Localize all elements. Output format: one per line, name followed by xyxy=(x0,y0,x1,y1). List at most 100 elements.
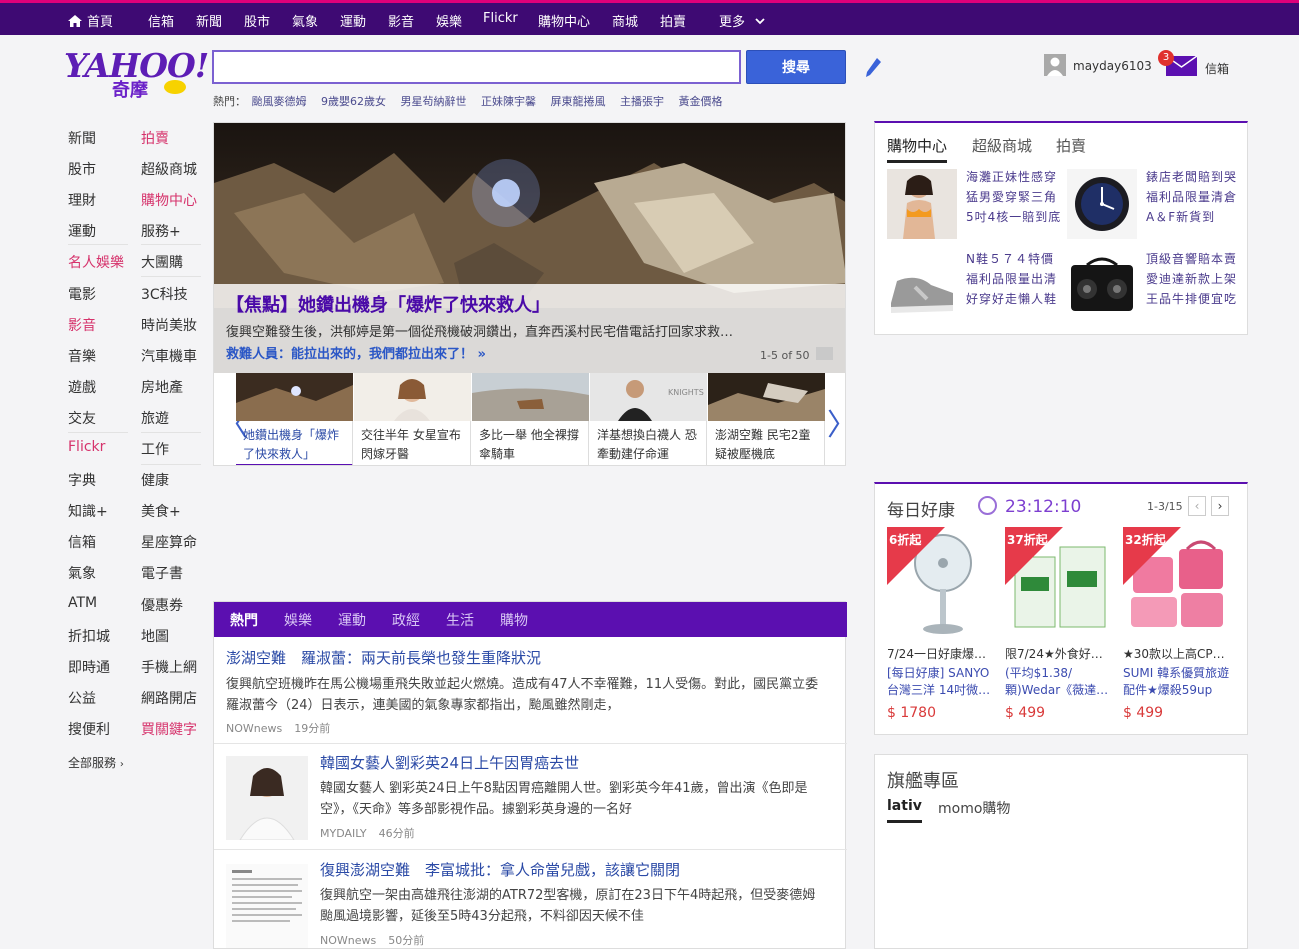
sidebar-item[interactable]: 買關鍵字 xyxy=(141,719,197,739)
trending-link[interactable]: 主播張宇 xyxy=(620,95,664,108)
trending-link[interactable]: 颱風麥德姆 xyxy=(252,95,307,108)
sidebar-item[interactable]: 汽車機車 xyxy=(141,346,197,366)
tab-life[interactable]: 生活 xyxy=(446,610,474,630)
tab-auction[interactable]: 拍賣 xyxy=(1056,135,1086,156)
sidebar-item[interactable]: 即時通 xyxy=(68,657,110,677)
tab-shopping-center[interactable]: 購物中心 xyxy=(887,135,948,163)
nav-mail[interactable]: 信箱 xyxy=(148,11,174,30)
sidebar-item[interactable]: 電子書 xyxy=(141,563,183,583)
tab-momo[interactable]: momo購物 xyxy=(938,798,1010,818)
search-button[interactable]: 搜尋 xyxy=(746,50,846,84)
sidebar-item[interactable]: 電影 xyxy=(68,284,96,304)
sidebar-item[interactable]: 音樂 xyxy=(68,346,96,366)
nav-shopping-center[interactable]: 購物中心 xyxy=(538,11,590,30)
sidebar-item[interactable]: 新聞 xyxy=(68,128,96,148)
search-input[interactable] xyxy=(212,50,741,84)
mail-link[interactable]: 信箱 xyxy=(1205,60,1229,77)
tab-hot[interactable]: 熱門 xyxy=(230,610,258,630)
tab-sports[interactable]: 運動 xyxy=(338,610,366,630)
sidebar-item[interactable]: 手機上網 xyxy=(141,657,197,677)
hero-thumb[interactable]: 澎湖空難 民宅2童疑被壓機底 xyxy=(708,373,825,465)
sidebar-item[interactable]: 名人娛樂 xyxy=(68,252,124,272)
hero-related-link[interactable]: 救難人員：能拉出來的，我們都拉出來了！ » xyxy=(226,343,486,362)
nav-mall[interactable]: 商城 xyxy=(612,11,638,30)
sidebar-item[interactable]: 搜便利 xyxy=(68,719,110,739)
sidebar-item[interactable]: 房地產 xyxy=(141,377,183,397)
carousel-next-arrow-icon[interactable]: 〉 xyxy=(827,400,845,444)
pencil-icon[interactable] xyxy=(864,57,882,79)
tab-lativ[interactable]: lativ xyxy=(887,798,922,823)
tab-entertainment[interactable]: 娛樂 xyxy=(284,610,312,630)
yahoo-logo[interactable]: YAHOO! 奇摩 xyxy=(64,46,209,104)
sidebar-item[interactable]: 地圖 xyxy=(141,626,169,646)
sidebar-item[interactable]: 服務+ xyxy=(141,221,181,241)
hero-thumb[interactable]: 多比一舉 他全裸撐傘騎車 xyxy=(472,373,589,465)
sidebar-item[interactable]: 氣象 xyxy=(68,563,96,583)
sidebar-item[interactable]: 大團購 xyxy=(141,252,183,272)
sidebar-item[interactable]: Flickr xyxy=(68,439,105,455)
shop-promo[interactable]: 海灘正妹性感穿 猛男愛穿緊三角 5吋4核一賠到底 xyxy=(887,169,1067,241)
sidebar-item[interactable]: 工作 xyxy=(141,439,169,459)
all-services-link[interactable]: 全部服務 › xyxy=(68,754,124,771)
nav-weather[interactable]: 氣象 xyxy=(292,11,318,30)
sidebar-item[interactable]: 運動 xyxy=(68,221,96,241)
nav-news[interactable]: 新聞 xyxy=(196,11,222,30)
news-headline[interactable]: 澎湖空難 羅淑蕾：兩天前長榮也發生重降狀況 xyxy=(226,647,541,668)
sidebar-item[interactable]: 交友 xyxy=(68,408,96,428)
nav-flickr[interactable]: Flickr xyxy=(483,11,518,26)
news-headline[interactable]: 復興澎湖空難 李富城批：拿人命當兒戲，該讓它關閉 xyxy=(320,859,680,880)
sidebar-item[interactable]: 遊戲 xyxy=(68,377,96,397)
deal-item[interactable]: 32折起 ★30款以上高CP… SUMI 韓系優質旅遊配件★爆殺59up $ 4… xyxy=(1123,527,1233,727)
sidebar-item[interactable]: 星座算命 xyxy=(141,532,197,552)
chevron-left-icon[interactable]: ‹ xyxy=(1188,496,1206,516)
sidebar-item[interactable]: 時尚美妝 xyxy=(141,315,197,335)
sidebar-item[interactable]: 折扣城 xyxy=(68,626,110,646)
sidebar-item[interactable]: 拍賣 xyxy=(141,128,169,148)
chevron-right-icon[interactable]: › xyxy=(1211,496,1229,516)
slideshow-icon[interactable] xyxy=(816,347,833,360)
trending-link[interactable]: 屏東龍捲風 xyxy=(551,95,606,108)
avatar[interactable] xyxy=(1044,54,1066,76)
deal-item[interactable]: 6折起 7/24一日好康爆… [每日好康] SANYO 台灣三洋 14吋微… $… xyxy=(887,527,997,727)
sidebar-item[interactable]: 健康 xyxy=(141,470,169,490)
sidebar-item[interactable]: 理財 xyxy=(68,190,96,210)
nav-auction[interactable]: 拍賣 xyxy=(660,11,686,30)
nav-home[interactable]: 首頁 xyxy=(68,11,113,30)
hero-headline[interactable]: 【焦點】她鑽出機身「爆炸了快來救人」 xyxy=(226,291,550,317)
news-thumbnail[interactable] xyxy=(226,756,308,840)
hero-thumb[interactable]: KNIGHTS 洋基想換白襪人 恐牽動建仔命運 xyxy=(590,373,707,465)
username-link[interactable]: mayday6103 xyxy=(1073,59,1152,73)
tab-shopping[interactable]: 購物 xyxy=(500,610,528,630)
sidebar-item[interactable]: ATM xyxy=(68,595,97,611)
sidebar-item[interactable]: 美食+ xyxy=(141,501,181,521)
shop-promo[interactable]: 頂級音響賠本賣 愛迪達新款上架 王品牛排便宜吃 xyxy=(1067,251,1247,323)
news-thumbnail[interactable] xyxy=(226,864,308,948)
sidebar-item[interactable]: 影音 xyxy=(68,315,96,335)
hero-thumb[interactable]: 交往半年 女星宣布閃嫁牙醫 xyxy=(354,373,471,465)
sidebar-item[interactable]: 3C科技 xyxy=(141,284,188,304)
tab-super-mall[interactable]: 超級商城 xyxy=(972,135,1032,156)
hero-thumb[interactable]: 她鑽出機身「爆炸了快來救人」 xyxy=(236,373,353,465)
shop-promo[interactable]: 錶店老闆賠到哭 福利品限量清倉 A＆F新貨到 xyxy=(1067,169,1247,241)
nav-entertainment[interactable]: 娛樂 xyxy=(436,11,462,30)
nav-sports[interactable]: 運動 xyxy=(340,11,366,30)
nav-stocks[interactable]: 股市 xyxy=(244,11,270,30)
deal-item[interactable]: 37折起 限7/24★外食好… (平均$1.38/顆)Wedar《薇達… $ 4… xyxy=(1005,527,1115,727)
trending-link[interactable]: 正妹陳宇馨 xyxy=(481,95,536,108)
trending-link[interactable]: 黃金價格 xyxy=(679,95,723,108)
shop-promo[interactable]: N鞋５７４特價 福利品限量出清 好穿好走懶人鞋 xyxy=(887,251,1067,323)
sidebar-item[interactable]: 字典 xyxy=(68,470,96,490)
sidebar-item[interactable]: 股市 xyxy=(68,159,96,179)
sidebar-item[interactable]: 網路開店 xyxy=(141,688,197,708)
sidebar-item[interactable]: 公益 xyxy=(68,688,96,708)
trending-link[interactable]: 9歲嬰62歲女 xyxy=(321,95,386,108)
tab-politics-economy[interactable]: 政經 xyxy=(392,610,420,630)
nav-video[interactable]: 影音 xyxy=(388,11,414,30)
sidebar-item[interactable]: 知識+ xyxy=(68,501,108,521)
trending-link[interactable]: 男星茍納辭世 xyxy=(401,95,467,108)
sidebar-item[interactable]: 超級商城 xyxy=(141,159,197,179)
sidebar-item[interactable]: 旅遊 xyxy=(141,408,169,428)
news-headline[interactable]: 韓國女藝人劉彩英24日上午因胃癌去世 xyxy=(320,752,579,773)
sidebar-item[interactable]: 信箱 xyxy=(68,532,96,552)
sidebar-item[interactable]: 購物中心 xyxy=(141,190,197,210)
